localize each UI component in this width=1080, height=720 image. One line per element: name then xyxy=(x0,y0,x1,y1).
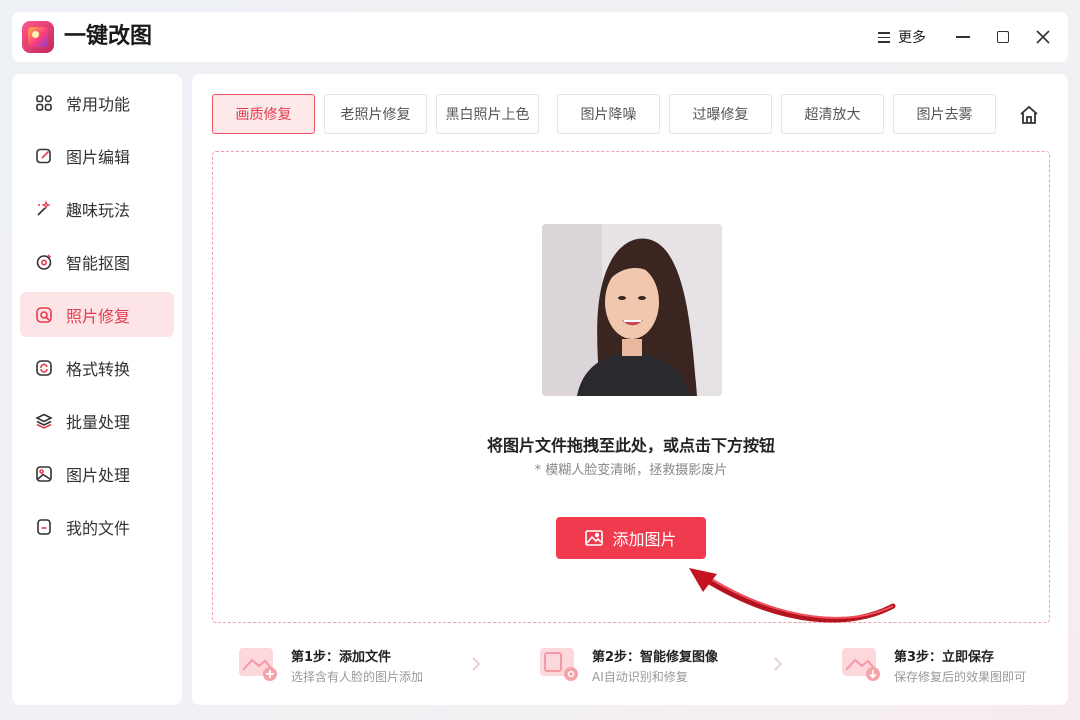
step-title: 第1步：添加文件 xyxy=(291,650,392,665)
sidebar-item-my-files[interactable]: 我的文件 xyxy=(20,504,174,549)
sample-photo xyxy=(542,224,722,396)
layers-icon xyxy=(35,412,53,430)
maximize-icon xyxy=(997,31,1009,43)
target-icon xyxy=(35,253,53,271)
drop-zone[interactable]: 将图片文件拖拽至此处，或点击下方按钮 * 模糊人脸变清晰，拯救摄影废片 添加图片 xyxy=(212,151,1050,623)
step-2: 第2步：智能修复图像 AI自动识别和修复 xyxy=(538,644,748,688)
chevron-right-icon xyxy=(774,657,783,671)
convert-icon xyxy=(35,359,53,377)
sidebar-item-format-convert[interactable]: 格式转换 xyxy=(20,345,174,390)
step-title: 第2步：智能修复图像 xyxy=(592,650,719,665)
sidebar-item-cutout[interactable]: 智能抠图 xyxy=(20,239,174,284)
step-3: 第3步：立即保存 保存修复后的效果图即可 xyxy=(840,644,1050,688)
image-icon xyxy=(35,465,53,483)
tab-old-photo-repair[interactable]: 老照片修复 xyxy=(324,94,427,134)
sidebar: 常用功能 图片编辑 趣味玩法 智能抠图 照片修复 格式转换 批量处理 图片处理 … xyxy=(12,74,182,705)
step-1: 第1步：添加文件 选择含有人脸的图片添加 xyxy=(237,644,437,688)
image-add-icon xyxy=(585,530,604,546)
grid-icon xyxy=(35,94,53,112)
sidebar-item-batch[interactable]: 批量处理 xyxy=(20,398,174,443)
tab-overexposure-repair[interactable]: 过曝修复 xyxy=(669,94,772,134)
tab-denoise[interactable]: 图片降噪 xyxy=(557,94,660,134)
step-desc: AI自动识别和修复 xyxy=(592,670,688,684)
magic-wand-icon xyxy=(35,199,53,218)
step-title: 第3步：立即保存 xyxy=(894,650,995,665)
tab-bw-colorize[interactable]: 黑白照片上色 xyxy=(436,94,539,134)
minimize-icon xyxy=(956,36,970,38)
step-desc: 选择含有人脸的图片添加 xyxy=(291,670,424,684)
sidebar-item-label: 智能抠图 xyxy=(66,253,131,273)
sidebar-item-label: 图片处理 xyxy=(66,465,131,485)
sidebar-item-photo-repair[interactable]: 照片修复 xyxy=(20,292,174,337)
app-logo-icon xyxy=(22,21,54,53)
main-panel: 画质修复 老照片修复 黑白照片上色 图片降噪 过曝修复 超清放大 图片去雾 将图… xyxy=(192,74,1068,705)
drop-hint: * 模糊人脸变清晰，拯救摄影废片 xyxy=(534,463,728,478)
chevron-right-icon xyxy=(472,657,481,671)
ai-repair-step-icon xyxy=(540,648,578,681)
step-desc: 保存修复后的效果图即可 xyxy=(894,670,1027,684)
close-icon xyxy=(1036,30,1050,44)
drop-instruction: 将图片文件拖拽至此处，或点击下方按钮 xyxy=(486,436,775,455)
sidebar-item-common[interactable]: 常用功能 xyxy=(20,80,174,125)
tab-quality-repair[interactable]: 画质修复 xyxy=(212,94,315,134)
add-image-button[interactable]: 添加图片 xyxy=(556,517,706,559)
home-icon xyxy=(1020,105,1038,124)
file-icon xyxy=(35,518,53,536)
repair-icon xyxy=(35,306,53,324)
sidebar-item-image-edit[interactable]: 图片编辑 xyxy=(20,133,174,178)
pointer-arrow-icon xyxy=(689,568,896,623)
sidebar-item-label: 照片修复 xyxy=(66,306,131,326)
menu-icon xyxy=(878,31,890,43)
sidebar-item-fun[interactable]: 趣味玩法 xyxy=(20,186,174,231)
tab-super-resolution[interactable]: 超清放大 xyxy=(781,94,884,134)
sidebar-item-label: 格式转换 xyxy=(66,359,131,379)
more-menu-button[interactable]: 更多 xyxy=(878,26,926,48)
minimize-button[interactable] xyxy=(951,25,975,49)
home-button[interactable] xyxy=(1018,104,1040,126)
title-bar: 一键改图 更多 xyxy=(12,12,1068,62)
sidebar-item-label: 我的文件 xyxy=(66,518,131,538)
maximize-button[interactable] xyxy=(991,25,1015,49)
sidebar-item-label: 批量处理 xyxy=(66,412,131,432)
app-title: 一键改图 xyxy=(64,24,153,49)
add-file-step-icon xyxy=(239,648,277,681)
sidebar-item-image-process[interactable]: 图片处理 xyxy=(20,451,174,496)
sidebar-item-label: 趣味玩法 xyxy=(66,200,131,220)
sidebar-item-label: 常用功能 xyxy=(66,94,131,114)
sidebar-item-label: 图片编辑 xyxy=(66,147,131,167)
edit-icon xyxy=(35,147,53,165)
add-image-label: 添加图片 xyxy=(612,530,677,549)
tab-dehaze[interactable]: 图片去雾 xyxy=(893,94,996,134)
more-label: 更多 xyxy=(898,30,926,46)
save-step-icon xyxy=(842,648,880,681)
close-button[interactable] xyxy=(1031,25,1055,49)
